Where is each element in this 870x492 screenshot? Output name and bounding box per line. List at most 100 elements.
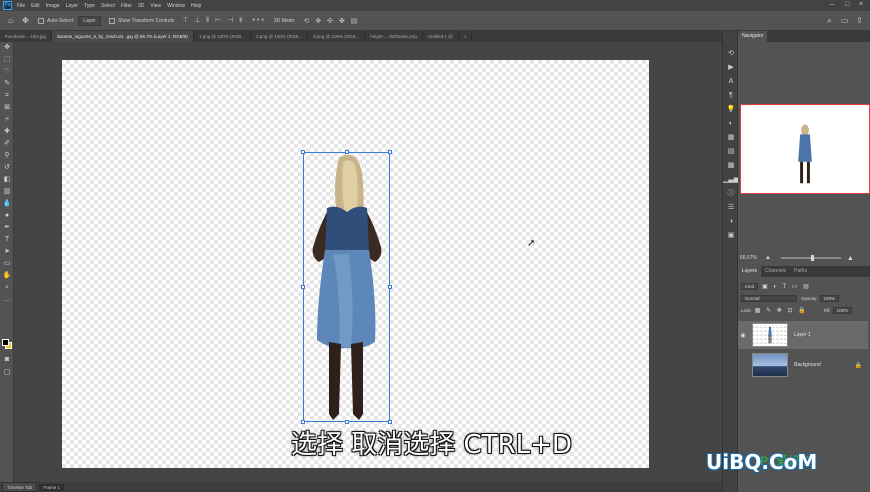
tab-navigator[interactable]: Navigator <box>738 31 768 42</box>
transform-handle[interactable] <box>301 150 305 154</box>
document-tab[interactable]: Untitled-1 @ <box>423 31 459 42</box>
menu-file[interactable]: File <box>17 3 25 9</box>
zoom-tool-icon[interactable]: ⌕ <box>0 282 14 294</box>
lasso-tool-icon[interactable]: ➰ <box>0 66 14 78</box>
navigator-preview[interactable] <box>740 104 870 194</box>
kind-filter-dropdown[interactable]: Kind <box>741 282 759 290</box>
tab-paths[interactable]: Paths <box>790 266 811 277</box>
search-icon[interactable]: ⌕ <box>825 16 834 25</box>
layer-name[interactable]: Layer 1 <box>794 332 811 338</box>
transform-handle[interactable] <box>345 150 349 154</box>
history-panel-icon[interactable]: ⟲ <box>723 47 739 61</box>
zoom-slider[interactable] <box>780 255 841 261</box>
layer-row-background[interactable]: Background 🔒 <box>738 351 868 379</box>
eraser-tool-icon[interactable]: ◧ <box>0 174 14 186</box>
menu-image[interactable]: Image <box>46 3 60 9</box>
filter-icons[interactable]: ▣ ◐ T ▭ ▤ <box>762 283 811 290</box>
gradient-tool-icon[interactable]: ▥ <box>0 186 14 198</box>
adjustments-panel-icon[interactable]: ◑ <box>723 215 739 229</box>
menu-edit[interactable]: Edit <box>31 3 40 9</box>
quick-mask-icon[interactable]: ◙ <box>0 354 14 366</box>
close-icon[interactable]: × <box>859 1 863 8</box>
menu-select[interactable]: Select <box>101 3 115 9</box>
blend-mode-dropdown[interactable]: Normal <box>741 294 797 302</box>
libraries-panel-icon[interactable]: ▣ <box>723 229 739 243</box>
document-tab[interactable]: 3.png @ 100% (RGB... <box>308 31 366 42</box>
auto-select-dropdown[interactable]: Layer <box>78 15 101 26</box>
minimize-icon[interactable]: – <box>830 1 834 8</box>
screen-mode-icon[interactable]: ▢ <box>0 367 14 379</box>
menu-3d[interactable]: 3D <box>138 3 144 9</box>
histogram-icon[interactable]: ▁▃▅ <box>723 173 739 187</box>
gradients-panel-icon[interactable]: ▤ <box>723 145 739 159</box>
transform-handle[interactable] <box>388 285 392 289</box>
more-tools-icon[interactable]: … <box>0 294 14 306</box>
document-tab[interactable]: thumbnail-...-bb4.jpg <box>0 31 53 42</box>
layer-row-layer-1[interactable]: ◉ Layer 1 <box>738 321 868 349</box>
lock-icons[interactable]: ▦ ✎ ✥ ⊡ 🔒 <box>755 307 808 314</box>
document-canvas[interactable]: ➚ <box>62 60 649 468</box>
play-actions-icon[interactable]: ▶ <box>723 61 739 75</box>
brush-tool-icon[interactable]: ✐ <box>0 138 14 150</box>
eyedropper-tool-icon[interactable]: ⌿ <box>0 114 14 126</box>
color-panel-icon[interactable]: ◐ <box>723 117 739 131</box>
paragraph-panel-icon[interactable]: ¶ <box>723 89 739 103</box>
align-icons[interactable]: ⊤ ⊥ ⫴ ⊢ ⊣ ⫵ <box>182 16 244 25</box>
menu-help[interactable]: Help <box>191 3 201 9</box>
blur-tool-icon[interactable]: 💧 <box>0 198 14 210</box>
tab-layers[interactable]: Layers <box>738 266 762 277</box>
transform-bounding-box[interactable] <box>301 150 392 424</box>
document-tab-active[interactable]: durante_loguarte_5_by_ristoh.d4...jpg @ … <box>52 31 194 42</box>
move-tool-icon[interactable]: ✥ <box>0 42 14 54</box>
patterns-panel-icon[interactable]: ▩ <box>723 159 739 173</box>
fill-input[interactable]: 100% <box>832 306 853 314</box>
menu-window[interactable]: Window <box>167 3 185 9</box>
opacity-input[interactable]: 100% <box>819 294 840 302</box>
swatches-panel-icon[interactable]: ▦ <box>723 131 739 145</box>
3d-mode-icons[interactable]: ⟲ ✥ ✣ ✤ ▤ <box>304 17 360 25</box>
zoom-in-icon[interactable]: ▲ <box>847 255 854 262</box>
timeline-panel-tab[interactable]: Timeline Tab <box>2 482 38 492</box>
type-tool-icon[interactable]: T <box>0 234 14 246</box>
menu-view[interactable]: View <box>150 3 161 9</box>
document-tab[interactable]: 1.png @ 100% (RGB... <box>194 31 252 42</box>
home-icon[interactable]: ⌂ <box>6 16 15 25</box>
menu-type[interactable]: Type <box>84 3 95 9</box>
auto-select-checkbox[interactable] <box>38 17 44 24</box>
transform-handle[interactable] <box>388 150 392 154</box>
share-icon[interactable]: ⇪ <box>855 16 864 25</box>
canvas-area[interactable]: ➚ 选择 取消选择 CTRL+D <box>14 42 722 482</box>
path-select-tool-icon[interactable]: ➤ <box>0 246 14 258</box>
pen-tool-icon[interactable]: ✒ <box>0 222 14 234</box>
foreground-color-swatch[interactable] <box>2 339 9 346</box>
zoom-slider-knob[interactable] <box>810 255 814 261</box>
workspace-icon[interactable]: ▭ <box>840 16 849 25</box>
maximize-icon[interactable]: □ <box>845 1 849 8</box>
dodge-tool-icon[interactable]: ● <box>0 210 14 222</box>
more-tabs-icon[interactable]: » <box>459 31 473 42</box>
frame-tool-icon[interactable]: ⊠ <box>0 102 14 114</box>
bulb-icon[interactable]: 💡 <box>723 103 739 117</box>
marquee-tool-icon[interactable]: ⬚ <box>0 54 14 66</box>
info-panel-icon[interactable]: ⓘ <box>723 187 739 201</box>
crop-tool-icon[interactable]: ⌗ <box>0 90 14 102</box>
document-tab[interactable]: 2.png @ 100% (RGB... <box>251 31 309 42</box>
menu-layer[interactable]: Layer <box>66 3 79 9</box>
hand-tool-icon[interactable]: ✋ <box>0 270 14 282</box>
layer-name[interactable]: Background <box>794 362 821 368</box>
shape-tool-icon[interactable]: ▭ <box>0 258 14 270</box>
visibility-eye-icon[interactable]: ◉ <box>738 332 748 339</box>
move-tool-icon[interactable]: ✥ <box>21 16 30 25</box>
tab-channels[interactable]: Channels <box>761 266 790 277</box>
history-brush-tool-icon[interactable]: ↺ <box>0 162 14 174</box>
clone-stamp-tool-icon[interactable]: ⚲ <box>0 150 14 162</box>
document-tab[interactable]: height-...-d1thaebe.png <box>365 31 423 42</box>
transform-handle[interactable] <box>301 285 305 289</box>
character-panel-icon[interactable]: A <box>723 75 739 89</box>
show-transform-checkbox[interactable] <box>108 17 115 24</box>
zoom-out-icon[interactable]: ▲ <box>765 255 771 261</box>
healing-brush-tool-icon[interactable]: ✚ <box>0 126 14 138</box>
more-options-icon[interactable]: ••• <box>252 17 265 24</box>
quick-select-tool-icon[interactable]: ✎ <box>0 78 14 90</box>
menu-filter[interactable]: Filter <box>121 3 132 9</box>
